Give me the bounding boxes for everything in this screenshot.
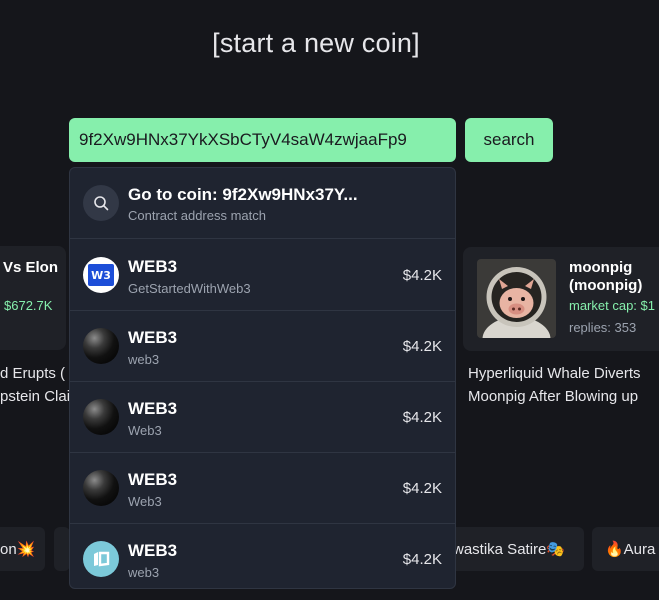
filter-chip[interactable] [54,527,70,571]
result-name: WEB3 [128,257,178,276]
coin-card-left-market-cap: $672.7K [4,298,53,313]
coin-card-moonpig-replies: replies: 353 [569,320,637,335]
result-price: $4.2K [402,551,442,568]
coin-card-moonpig-headline-1: Hyperliquid Whale Diverts [468,365,641,382]
coin-card-moonpig-headline-2: Moonpig After Blowing up [468,388,639,405]
search-button[interactable]: search [465,118,553,162]
result-subtitle: web3 [128,352,160,367]
filter-chip[interactable]: on💥 [0,527,45,571]
black-orb-icon [83,470,119,506]
result-price: $4.2K [402,409,442,426]
result-price: $4.2K [402,267,442,284]
result-price: $4.2K [402,480,442,497]
search-result-item[interactable]: WEB3 web3 $4.2K [70,524,455,588]
search-result-item[interactable]: W3 WEB3 GetStartedWithWeb3 $4.2K [70,240,455,311]
filter-chip[interactable]: 🔥Aura [592,527,659,571]
result-subtitle: GetStartedWithWeb3 [128,281,251,296]
result-name: WEB3 [128,470,178,489]
black-orb-icon [83,328,119,364]
result-subtitle: Web3 [128,494,162,509]
coin-card-left-headline-2: pstein Clai [0,388,71,405]
result-name: WEB3 [128,399,178,418]
coin-card-moonpig-market-cap: market cap: $1 [569,298,655,313]
coin-card-left-name: Vs Elon [3,259,59,276]
search-results-dropdown: Go to coin: 9f2Xw9HNx37Y... Contract add… [69,167,456,589]
search-result-item[interactable]: WEB3 Web3 $4.2K [70,453,455,524]
teal-logo-icon [83,541,119,577]
black-orb-icon [83,399,119,435]
coin-card-moonpig-name: moonpig (moonpig) [569,259,643,294]
result-price: $4.2K [402,338,442,355]
result-subtitle: Web3 [128,423,162,438]
filter-chip[interactable]: wastika Satire🎭 [445,527,584,571]
search-icon [83,185,119,221]
go-to-coin-result[interactable]: Go to coin: 9f2Xw9HNx37Y... Contract add… [70,168,455,239]
coin-card-left-headline-1: d Erupts ( [0,365,66,382]
result-subtitle: web3 [128,565,160,580]
result-name: WEB3 [128,328,178,347]
search-result-item[interactable]: WEB3 Web3 $4.2K [70,382,455,453]
moonpig-avatar [477,259,556,338]
search-input[interactable] [69,118,456,162]
result-name: WEB3 [128,541,178,560]
web3-logo-icon: W3 [83,257,119,293]
page-title: [start a new coin] [212,28,420,58]
go-to-coin-subtitle: Contract address match [128,208,267,223]
search-result-item[interactable]: WEB3 web3 $4.2K [70,311,455,382]
go-to-coin-title: Go to coin: 9f2Xw9HNx37Y... [128,185,358,204]
